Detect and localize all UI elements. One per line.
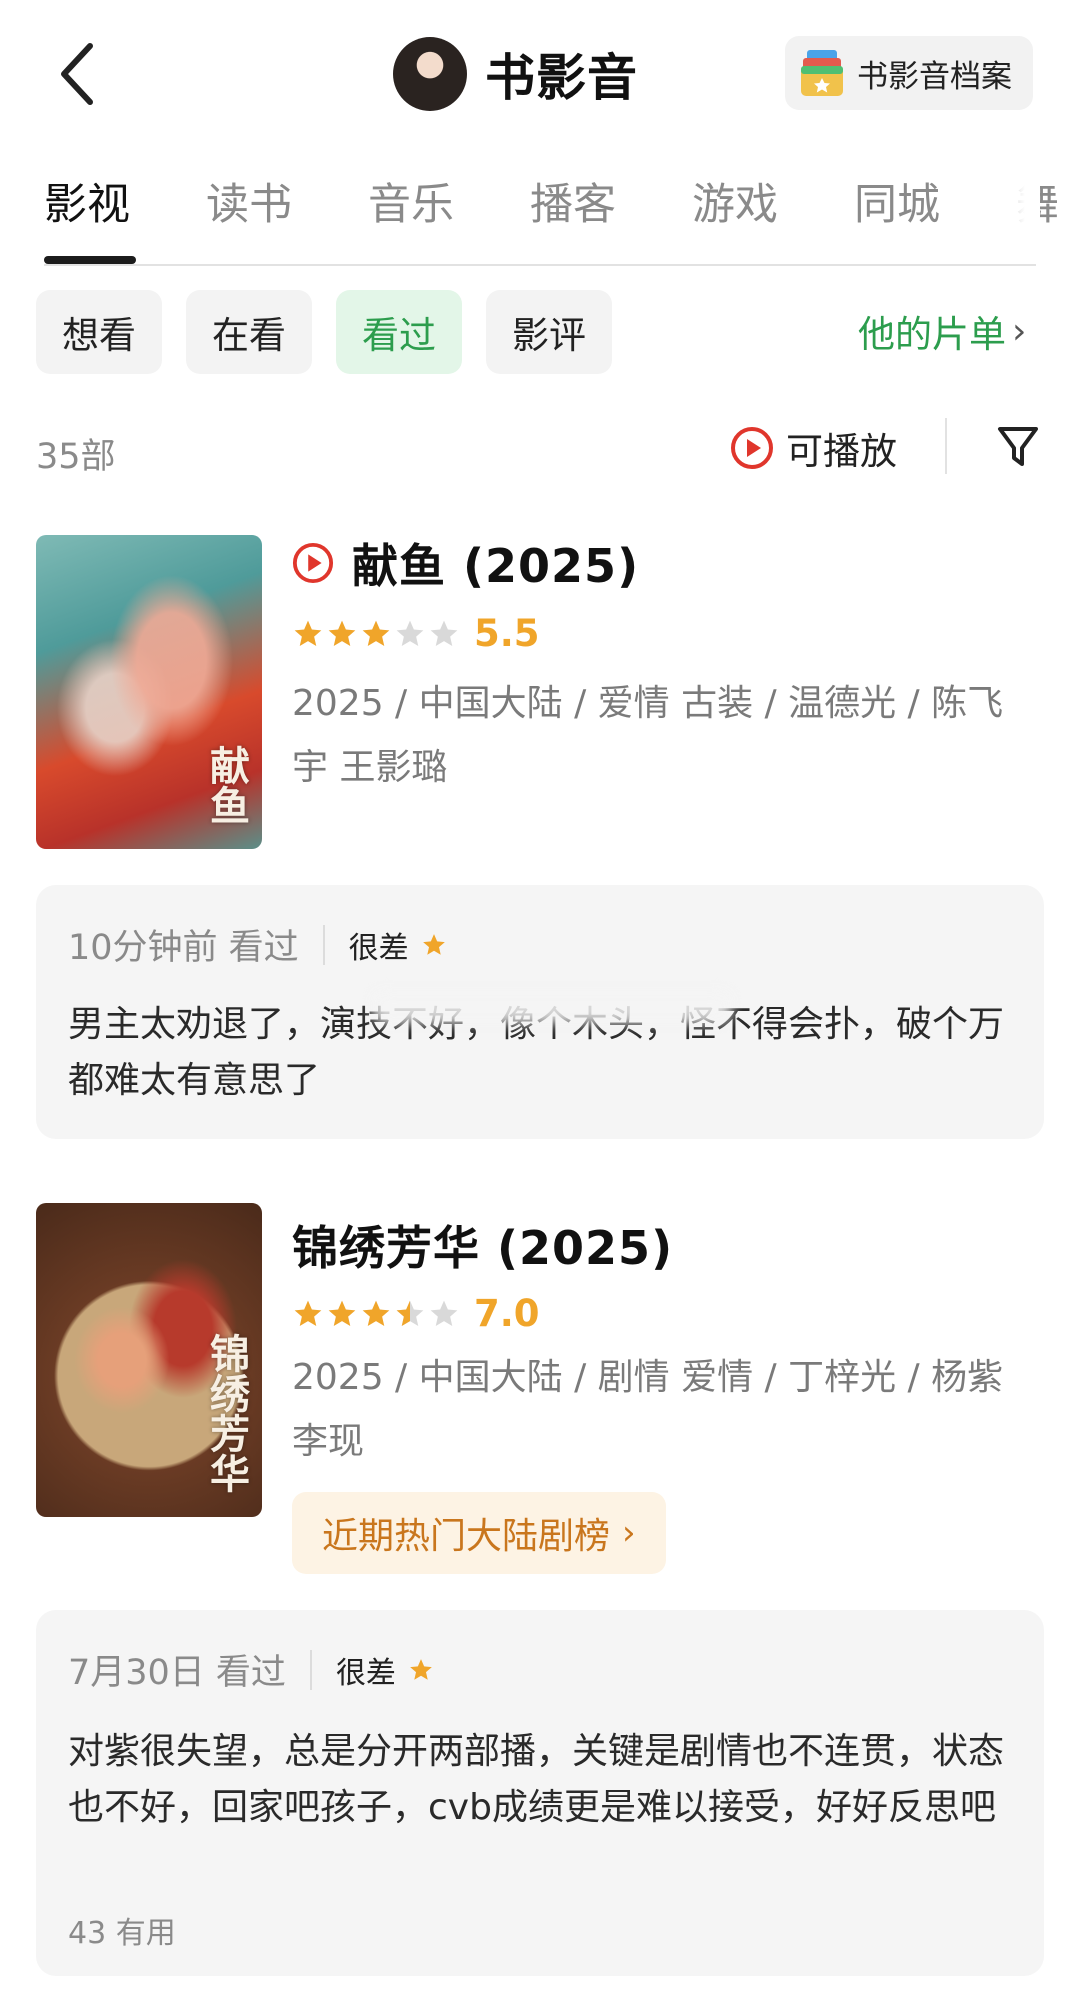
movie-meta: 2025 / 中国大陆 / 爱情 古装 / 温德光 / 陈飞宇 王影璐 (292, 683, 1004, 788)
movie-poster[interactable]: 献鱼 (36, 535, 262, 849)
review-card[interactable]: 10分钟前 看过 很差 男主太劝退了，演技不好，像个木头，怪不得会扑，破个万都难… (36, 885, 1044, 1139)
page-title: 书影音 (485, 49, 638, 107)
divider (309, 1649, 312, 1690)
tabs-divider (44, 264, 1036, 266)
review-time: 10分钟前 看过 (68, 928, 299, 968)
playlist-link-label: 他的片单 (858, 313, 1006, 356)
movie-poster[interactable]: 锦绣芳华 (36, 1203, 262, 1517)
movie-title[interactable]: 献鱼 (2025) (352, 530, 639, 596)
hot-list-tag[interactable]: 近期热门大陆剧榜 › (292, 1492, 666, 1574)
tab-indicator (44, 256, 136, 264)
chevron-right-icon: › (1012, 310, 1027, 352)
chip-watched[interactable]: 看过 (336, 290, 462, 374)
avatar[interactable] (393, 37, 467, 111)
rating-score: 7.0 (474, 1292, 540, 1335)
play-circle-icon (731, 427, 773, 469)
playlist-link[interactable]: 他的片单 › (858, 304, 1026, 358)
chevron-right-icon: › (622, 1513, 636, 1553)
star-full-icon (328, 1300, 356, 1326)
rating-row: 5.5 (292, 612, 540, 655)
play-circle-icon[interactable] (292, 542, 334, 584)
tab-movies[interactable]: 影视 (44, 170, 130, 232)
star-rating (292, 618, 462, 650)
star-icon (410, 1658, 432, 1680)
star-empty-icon (430, 1300, 458, 1326)
hot-list-label: 近期热门大陆剧榜 (322, 1516, 611, 1557)
archive-button[interactable]: 书影音档案 (785, 36, 1033, 110)
top-bar: 书影音 书影音档案 (0, 0, 1079, 150)
chip-watching[interactable]: 在看 (186, 290, 312, 374)
tab-music[interactable]: 音乐 (368, 170, 454, 232)
star-full-icon (294, 1300, 322, 1326)
tab-books[interactable]: 读书 (206, 170, 292, 232)
vertical-divider (945, 418, 947, 474)
title-group: 书影音 (393, 34, 638, 114)
item-count: 35部 (36, 437, 116, 477)
review-grade: 很差 (335, 1655, 396, 1691)
star-full-icon (328, 620, 356, 646)
tab-local[interactable]: 同城 (854, 170, 940, 232)
chevron-left-icon (61, 43, 93, 105)
tab-games[interactable]: 游戏 (692, 170, 778, 232)
review-text: 对紫很失望，总是分开两部播，关键是剧情也不连贯，状态也不好，回家吧孩子，cvb成… (68, 1731, 1005, 1828)
review-grade: 很差 (348, 930, 409, 966)
playable-filter[interactable]: 可播放 (730, 420, 897, 476)
chip-reviews[interactable]: 影评 (486, 290, 612, 374)
chip-want-to-watch[interactable]: 想看 (36, 290, 162, 374)
star-half-icon (396, 1300, 424, 1326)
archive-icon (799, 48, 845, 98)
blur-mask (372, 990, 732, 1024)
star-full-icon (362, 620, 390, 646)
star-empty-icon (396, 620, 424, 646)
movie-title-row: 锦绣芳华 (2025) (292, 1212, 673, 1278)
tab-fade (990, 170, 1040, 250)
funnel-icon (998, 427, 1038, 466)
star-empty-icon (430, 620, 458, 646)
playable-label: 可播放 (786, 430, 897, 473)
star-full-icon (294, 620, 322, 646)
back-button[interactable] (52, 38, 112, 110)
divider (322, 924, 325, 965)
poster-title: 献鱼 (203, 745, 250, 825)
tab-podcast[interactable]: 播客 (530, 170, 616, 232)
category-tabs: 影视 读书 音乐 播客 游戏 同城 舞 (0, 170, 1079, 266)
review-header: 10分钟前 看过 很差 (68, 919, 447, 970)
movie-title-row: 献鱼 (2025) (292, 530, 639, 596)
useful-count[interactable]: 43 有用 (68, 1908, 176, 1952)
rating-score: 5.5 (474, 612, 540, 655)
poster-title: 锦绣芳华 (203, 1333, 250, 1493)
star-icon (422, 933, 445, 955)
star-full-icon (362, 1300, 390, 1326)
review-header: 7月30日 看过 很差 (68, 1644, 434, 1695)
review-card[interactable]: 7月30日 看过 很差 对紫很失望，总是分开两部播，关键是剧情也不连贯，状态也不… (36, 1610, 1044, 1976)
movie-title[interactable]: 锦绣芳华 (2025) (292, 1212, 673, 1278)
archive-label: 书影音档案 (857, 58, 1012, 95)
star-rating (292, 1298, 462, 1330)
filter-button[interactable] (996, 424, 1040, 470)
movie-meta: 2025 / 中国大陆 / 剧情 爱情 / 丁梓光 / 杨紫 李现 (292, 1357, 1004, 1462)
rating-row: 7.0 (292, 1292, 540, 1335)
review-time: 7月30日 看过 (68, 1653, 286, 1693)
